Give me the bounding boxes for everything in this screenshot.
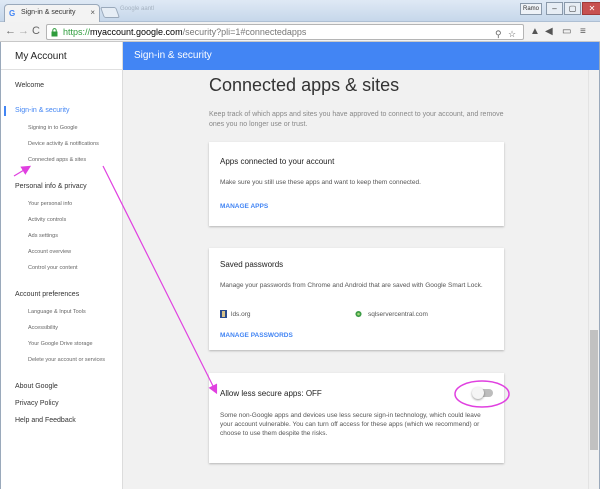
manage-passwords-link[interactable]: MANAGE PASSWORDS [220, 332, 293, 339]
scrollbar-thumb[interactable] [590, 330, 598, 450]
less-secure-card-title: Allow less secure apps: OFF [220, 389, 322, 398]
site-sqlservercentral: sqlservercentral.com [368, 311, 428, 318]
sidebar-sub-connected-apps[interactable]: Connected apps & sites [28, 157, 86, 163]
less-secure-card-body: Some non-Google apps and devices use les… [220, 412, 481, 437]
extension-drive-icon[interactable]: ▲ [530, 26, 540, 38]
sidebar-item-account-preferences[interactable]: Account preferences [15, 291, 79, 298]
browser-titlebar: G Sign-in & security × Google aantl Ramo… [0, 0, 600, 22]
page-viewport: My Account Welcome Sign-in & security Si… [0, 42, 600, 489]
toggle-knob[interactable] [472, 387, 484, 399]
lds-site-icon [220, 310, 227, 318]
key-icon[interactable]: ⚲ [495, 29, 502, 39]
sidebar-sub-signing-in[interactable]: Signing in to Google [28, 125, 78, 131]
sidebar-sub-personal-info[interactable]: Your personal info [28, 201, 72, 207]
bookmark-star-icon[interactable]: ☆ [508, 29, 516, 39]
google-favicon-icon: G [9, 9, 16, 18]
url-scheme: https:// [63, 27, 91, 37]
sidebar-sub-delete-account[interactable]: Delete your account or services [28, 357, 105, 363]
window-controls: – ▢ ✕ [546, 2, 600, 15]
tab-close-icon[interactable]: × [90, 8, 95, 17]
apps-card-body: Make sure you still use these apps and w… [220, 179, 421, 186]
sidebar-sub-control-content[interactable]: Control your content [28, 265, 78, 271]
address-bar[interactable]: https://myaccount.google.com/security?pl… [46, 24, 524, 40]
sidebar-sub-drive-storage[interactable]: Your Google Drive storage [28, 341, 93, 347]
sidebar-sub-ads-settings[interactable]: Ads settings [28, 233, 58, 239]
apps-connected-card: Apps connected to your account Make sure… [209, 142, 504, 226]
browser-tab[interactable]: G Sign-in & security × [4, 4, 100, 22]
extension-play-icon[interactable]: ◀ [545, 26, 553, 38]
page-title: Connected apps & sites [209, 75, 400, 95]
section-header-title: Sign-in & security [134, 50, 212, 61]
reload-icon[interactable]: C [32, 25, 40, 38]
less-secure-apps-card: Allow less secure apps: OFF Some non-Goo… [209, 373, 504, 463]
site-lds: lds.org [231, 311, 251, 318]
less-secure-apps-toggle[interactable] [472, 387, 493, 399]
sidebar-item-personal-info[interactable]: Personal info & privacy [15, 183, 87, 190]
browser-toolbar: ← → C https://myaccount.google.com/secur… [0, 22, 600, 42]
page-intro-text: Keep track of which apps and sites you h… [209, 111, 504, 128]
url-path: /security?pli=1#connectedapps [182, 27, 307, 37]
sidebar-sub-account-overview[interactable]: Account overview [28, 249, 71, 255]
forward-arrow-icon[interactable]: → [18, 25, 29, 38]
sidebar-sub-activity-controls[interactable]: Activity controls [28, 217, 66, 223]
tab-title: Sign-in & security [21, 9, 76, 16]
sidebar: My Account Welcome Sign-in & security Si… [1, 42, 123, 489]
section-header-bar: Sign-in & security [123, 42, 599, 70]
active-section-marker [4, 106, 6, 116]
apps-card-title: Apps connected to your account [220, 157, 335, 166]
minimize-button[interactable]: – [546, 2, 563, 15]
passwords-card-title: Saved passwords [220, 260, 284, 269]
new-tab-button[interactable] [99, 7, 121, 18]
maximize-button[interactable]: ▢ [564, 2, 581, 15]
user-profile-badge[interactable]: Ramo [520, 3, 542, 15]
sidebar-title: My Account [1, 42, 122, 70]
passwords-card-body: Manage your passwords from Chrome and An… [220, 282, 483, 289]
sidebar-item-privacy-policy[interactable]: Privacy Policy [15, 400, 59, 407]
close-window-button[interactable]: ✕ [582, 2, 600, 15]
saved-passwords-card: Saved passwords Manage your passwords fr… [209, 248, 504, 350]
sidebar-sub-accessibility[interactable]: Accessibility [28, 325, 58, 331]
sidebar-sub-language[interactable]: Language & Input Tools [28, 309, 86, 315]
page-scrollbar[interactable] [588, 70, 598, 489]
lock-icon [51, 28, 58, 37]
back-arrow-icon[interactable]: ← [5, 25, 16, 38]
cast-icon[interactable]: ▭ [562, 26, 571, 38]
sidebar-item-signin-security[interactable]: Sign-in & security [15, 107, 69, 114]
menu-icon[interactable]: ≡ [580, 26, 586, 38]
sidebar-item-welcome[interactable]: Welcome [15, 82, 44, 89]
manage-apps-link[interactable]: MANAGE APPS [220, 203, 268, 210]
sqlservercentral-site-icon [355, 310, 362, 318]
ghost-tab-text: Google aantl [120, 6, 155, 12]
sidebar-item-help-feedback[interactable]: Help and Feedback [15, 417, 76, 424]
sidebar-sub-device-activity[interactable]: Device activity & notifications [28, 141, 99, 147]
sidebar-item-about-google[interactable]: About Google [15, 383, 58, 390]
url-host: myaccount.google.com [90, 27, 183, 37]
